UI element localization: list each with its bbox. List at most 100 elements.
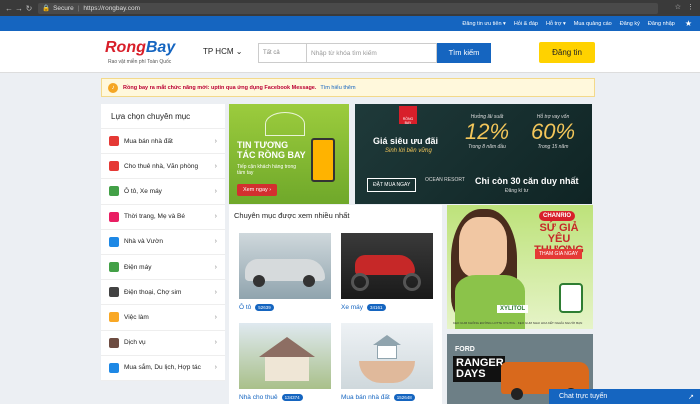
offer-interest: Hưởng lãi suất 12% Trong 8 năm đầu (464, 114, 510, 150)
banner2-subtitle: Sinh lời bền vững (385, 148, 432, 154)
banner2-cta: Đăng kí tư (505, 188, 529, 194)
banner2-buy-button[interactable]: ĐẶT MUA NGAY (367, 178, 417, 192)
lock-icon: 🔒 (42, 5, 51, 12)
sidebar-item-electronics[interactable]: Điện máy › (101, 255, 225, 281)
topnav-qa[interactable]: Hỏi & đáp (514, 21, 538, 27)
resort-logo: OCEAN RESORT (425, 177, 465, 183)
sidebar-item-vehicles[interactable]: Ô tô, Xe máy › (101, 179, 225, 205)
secure-label: Secure (53, 4, 74, 12)
sidebar-item-services[interactable]: Dịch vụ › (101, 331, 225, 356)
car-icon (109, 186, 119, 197)
ad2-brand: FORD (455, 346, 475, 353)
sidebar-title: Lựa chọn chuyên mục (101, 104, 225, 129)
chevron-right-icon: › (214, 313, 217, 321)
post-ad-button[interactable]: Đăng tin (539, 42, 595, 63)
chevron-right-icon: › (214, 238, 217, 246)
notice-message: Rồng bay ra mắt chức năng mới: uptin qua… (123, 84, 317, 91)
ad1-brand: CHANRIO (539, 211, 575, 221)
external-link-icon: ↗ (688, 393, 694, 401)
sidebar-item-fashion[interactable]: Thời trang, Mẹ và Bé › (101, 205, 225, 230)
ocean-resort-banner[interactable]: RỒNG BAY Giá siêu ưu đãi Sinh lời bền vữ… (355, 104, 592, 204)
sidebar-item-jobs[interactable]: Việc làm › (101, 305, 225, 331)
banner2-logo: RỒNG BAY (399, 106, 417, 125)
topnav-login[interactable]: Đăng nhập (648, 21, 675, 27)
banner1-subtitle: Tiếp cận khách hàng trong tầm tay (237, 164, 297, 176)
phone-icon (109, 287, 119, 298)
menu-icon[interactable]: ⋮ (687, 3, 694, 11)
chevron-right-icon: › (214, 288, 217, 296)
back-icon[interactable]: ← (4, 4, 14, 13)
house-in-hands-image (341, 323, 433, 389)
url-text: https://rongbay.com (83, 4, 141, 12)
sidebar-item-home-garden[interactable]: Nhà và Vườn › (101, 230, 225, 255)
topnav-buy-ads[interactable]: Mua quảng cáo (574, 21, 612, 27)
woman-face-image (459, 217, 507, 277)
card-count: 52639 (255, 304, 274, 311)
chevron-right-icon: › (214, 339, 217, 347)
network-tree-icon (265, 112, 305, 136)
notice-more-link[interactable]: Tìm hiểu thêm (320, 85, 355, 91)
appliance-icon (109, 262, 119, 273)
forward-icon[interactable]: → (14, 4, 24, 13)
chevron-right-icon: › (214, 187, 217, 195)
card-count: 134374 (281, 394, 303, 401)
bell-icon: ♪ (108, 82, 118, 93)
house-icon (109, 161, 119, 172)
people-icon (109, 312, 119, 323)
browser-bar: ← → ↻ 🔒 Secure | https://rongbay.com ☆ ⋮ (0, 0, 700, 16)
card-label: Xe máy (341, 304, 364, 311)
sidebar-item-rent[interactable]: Cho thuê nhà, Văn phòng › (101, 154, 225, 180)
reload-icon[interactable]: ↻ (24, 4, 34, 13)
popular-card-motorbike[interactable]: Xe máy 34161 (341, 233, 433, 311)
address-bar[interactable]: 🔒 Secure | https://rongbay.com (38, 2, 658, 14)
chevron-right-icon: › (214, 364, 217, 372)
notice-banner: ♪ Rồng bay ra mắt chức năng mới: uptin q… (101, 78, 595, 97)
card-label: Ô tô (239, 304, 252, 311)
topnav-register[interactable]: Đăng ký (620, 21, 640, 27)
sofa-icon (109, 236, 119, 247)
ad1-footnote: KẸO GUM KHÔNG ĐƯỜNG LOTTE XYLITOL · KẸO … (453, 321, 583, 325)
card-count: 34161 (367, 304, 386, 311)
sidebar-item-phones[interactable]: Điện thoại, Chợ sim › (101, 280, 225, 306)
search-input[interactable]: Nhập từ khóa tìm kiếm (306, 43, 437, 63)
category-select[interactable]: Tất cả (258, 43, 306, 63)
popular-card-car[interactable]: Ô tô 52639 (239, 233, 331, 311)
offer-loan: Hỗ trợ vay vốn 60% Trong 15 năm (530, 114, 576, 150)
top-nav: Đăng tin ưu tiên ▾ Hỏi & đáp Hỗ trợ ▾ Mu… (0, 16, 700, 31)
cart-icon (109, 362, 119, 373)
ad2-title: RANGER DAYS (453, 356, 505, 382)
star-icon[interactable]: ★ (685, 19, 692, 28)
popular-card-real-estate[interactable]: Mua bán nhà đất 152648 (341, 323, 433, 401)
tools-icon (109, 337, 119, 348)
topnav-support[interactable]: Hỗ trợ ▾ (546, 21, 566, 27)
card-label: Nhà cho thuê (239, 394, 278, 401)
banner1-view-button[interactable]: Xem ngay › (237, 184, 278, 196)
site-header: RongBay Rao vặt miễn phí Toàn Quốc TP HC… (0, 31, 700, 73)
card-count: 152648 (393, 394, 415, 401)
chanrio-ad[interactable]: CHANRIO SỨ GIẢ YÊU THƯƠNG THAM GIA NGAY … (447, 205, 593, 329)
card-label: Mua bán nhà đất (341, 394, 390, 401)
chevron-right-icon: › (214, 263, 217, 271)
interactive-ad-banner[interactable]: TIN TƯƠNG TÁC RỒNG BAY Tiếp cận khách hà… (229, 104, 349, 204)
dress-icon (109, 211, 119, 222)
popular-title: Chuyên mục được xem nhiều nhất (234, 211, 350, 220)
site-logo[interactable]: RongBay (105, 39, 175, 57)
city-selector[interactable]: TP HCM ⌄ (203, 47, 242, 56)
sidebar-item-shopping[interactable]: Mua sắm, Du lịch, Hợp tác › (101, 356, 225, 381)
chevron-right-icon: › (214, 137, 217, 145)
banner1-title: TIN TƯƠNG TÁC RỒNG BAY (237, 140, 306, 160)
bookmark-star-icon[interactable]: ☆ (675, 3, 681, 11)
motorbike-image (341, 233, 433, 299)
live-chat-button[interactable]: Chat trực tuyến ↗ (549, 389, 700, 404)
sidebar-item-real-estate[interactable]: Mua bán nhà đất › (101, 129, 225, 155)
popular-card-rental[interactable]: Nhà cho thuê 134374 (239, 323, 331, 401)
chat-label: Chat trực tuyến (559, 393, 608, 400)
smartphone-icon (311, 138, 335, 182)
ad1-join-button[interactable]: THAM GIA NGAY (535, 249, 583, 259)
car-image (239, 233, 331, 299)
search-button[interactable]: Tìm kiếm (437, 43, 491, 63)
gum-jar-image (559, 283, 583, 313)
topnav-priority-post[interactable]: Đăng tin ưu tiên ▾ (462, 21, 505, 27)
banner2-remaining: Chỉ còn 30 căn duy nhất (475, 176, 579, 186)
popular-categories: Chuyên mục được xem nhiều nhất Ô tô 52639… (229, 205, 442, 404)
